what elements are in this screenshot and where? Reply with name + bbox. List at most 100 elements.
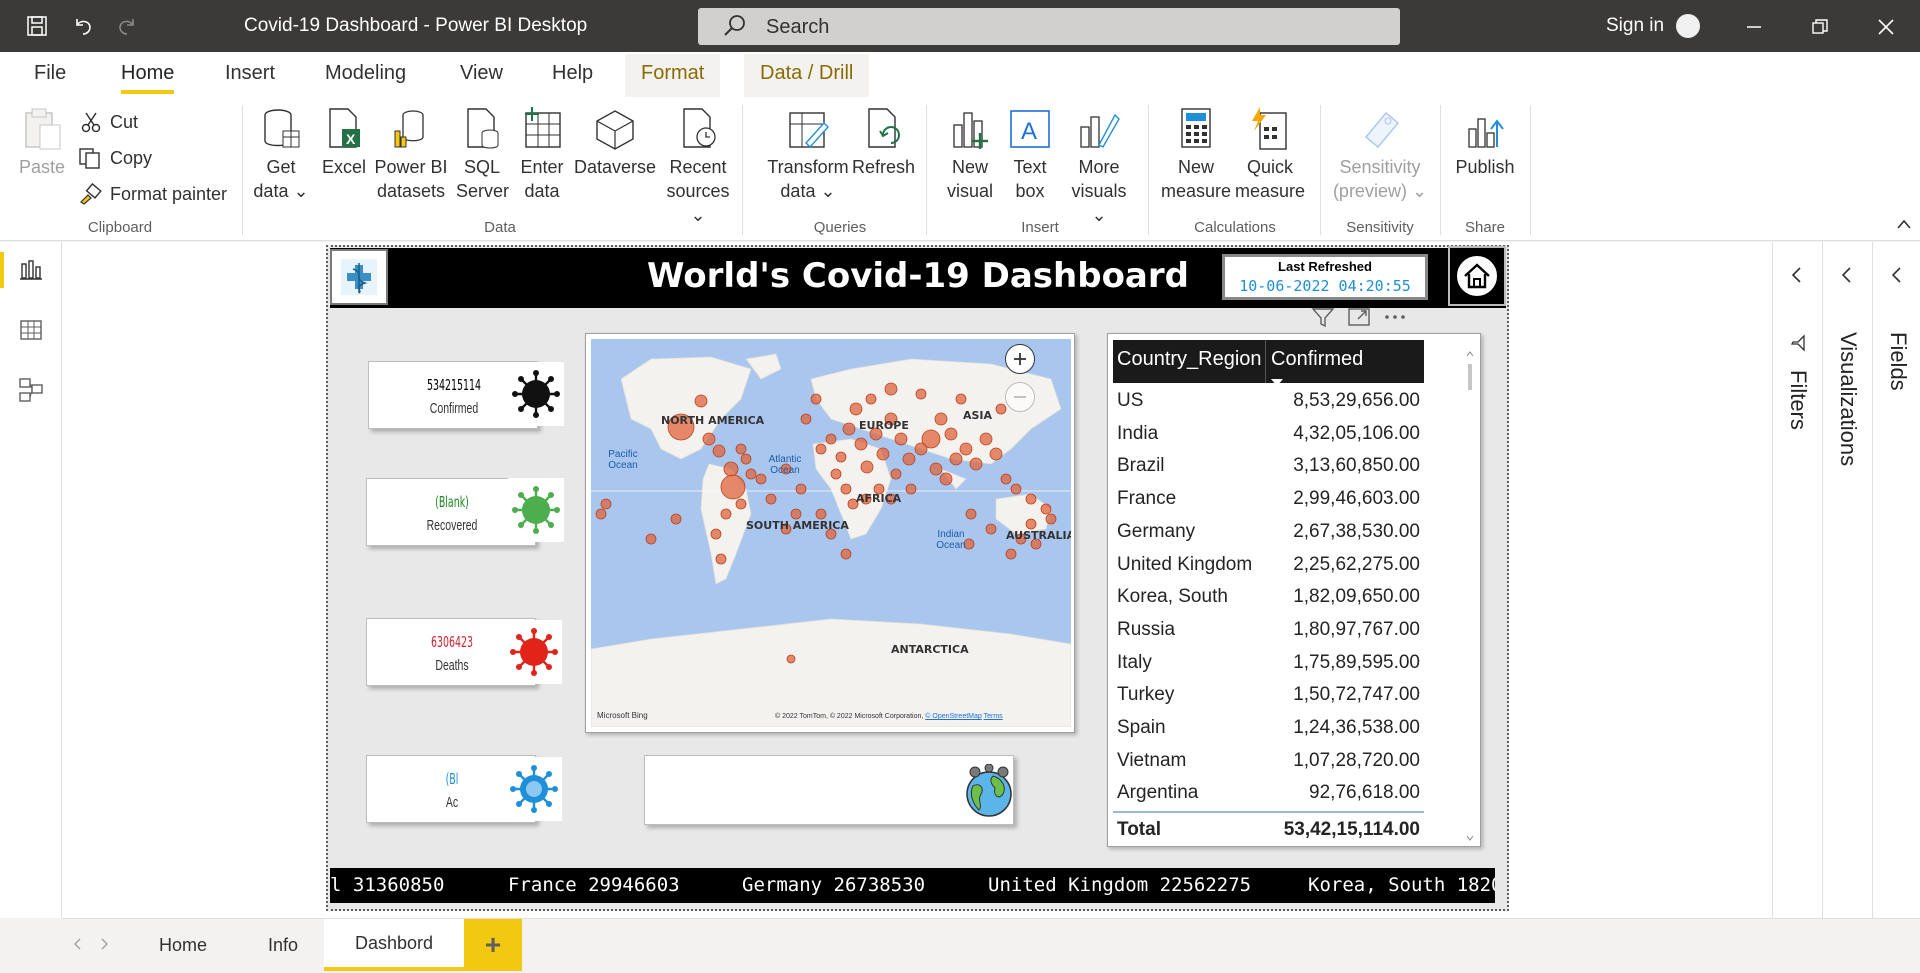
map-bubble[interactable] [902, 452, 916, 466]
table-row[interactable]: Russia 1,80,97,767.00 [1113, 613, 1424, 645]
map-bubble[interactable] [1040, 503, 1052, 515]
save-icon[interactable] [22, 12, 52, 40]
zoom-out-icon[interactable] [1005, 382, 1035, 412]
table-row[interactable]: France 2,99,46,603.00 [1113, 482, 1424, 514]
table-row[interactable]: Germany 2,67,38,530.00 [1113, 515, 1424, 547]
map-bubble[interactable] [949, 452, 963, 466]
map-bubble[interactable] [921, 429, 941, 449]
cut-button[interactable]: Cut [80, 111, 138, 133]
enter-data-button[interactable]: Enter data [516, 107, 568, 203]
map-bubble[interactable] [995, 403, 1007, 415]
map-bubble[interactable] [890, 468, 902, 480]
map-bubble[interactable] [842, 422, 856, 436]
map-bubble[interactable] [1045, 513, 1057, 525]
format-painter-button[interactable]: Format painter [78, 183, 227, 205]
page-tab-home[interactable]: Home [128, 919, 238, 971]
map-bubble[interactable] [595, 508, 607, 520]
scroll-left-icon[interactable] [72, 937, 82, 956]
map-bubble[interactable] [965, 508, 977, 520]
tab-home[interactable]: Home [121, 62, 175, 94]
country-table[interactable]: Country_Region Confirmed US 8,53,29,656.0… [1107, 333, 1481, 847]
report-view-icon[interactable] [0, 242, 62, 298]
collapse-ribbon-icon[interactable] [1896, 217, 1912, 235]
world-map[interactable]: NORTH AMERICA EUROPE ASIA AFRICA SOUTH A… [591, 339, 1071, 727]
table-row[interactable]: United Kingdom 2,25,62,275.00 [1113, 548, 1424, 580]
table-row[interactable]: US 8,53,29,656.00 [1113, 384, 1424, 416]
map-bubble[interactable] [786, 654, 796, 664]
excel-button[interactable]: X Excel [318, 107, 370, 179]
map-bubble[interactable] [815, 443, 827, 455]
map-bubble[interactable] [810, 393, 822, 405]
map-bubble[interactable] [944, 427, 958, 441]
expand-visualizations-icon[interactable] [1839, 266, 1853, 289]
map-bubble[interactable] [979, 432, 993, 446]
undo-icon[interactable] [68, 12, 98, 40]
osm-link[interactable]: © OpenStreetMap [925, 713, 982, 720]
tab-modeling[interactable]: Modeling [325, 62, 406, 85]
map-bubble[interactable] [840, 483, 852, 495]
map-bubble[interactable] [985, 523, 997, 535]
map-bubble[interactable] [959, 442, 973, 456]
map-bubble[interactable] [795, 483, 807, 495]
minimize-icon[interactable] [1734, 12, 1774, 42]
page-tab-dashboard[interactable]: Dashbord [324, 919, 464, 971]
map-bubble[interactable] [905, 483, 917, 495]
scroll-right-icon[interactable] [100, 937, 110, 956]
table-row[interactable]: India 4,32,05,106.00 [1113, 417, 1424, 449]
table-row[interactable]: Argentina 92,76,618.00 [1113, 776, 1424, 808]
more-visuals-button[interactable]: More visuals ⌄ [1064, 107, 1134, 227]
map-bubble[interactable] [830, 468, 842, 480]
map-bubble[interactable] [876, 447, 890, 461]
map-bubble[interactable] [720, 474, 746, 500]
map-bubble[interactable] [929, 462, 943, 476]
column-header-confirmed[interactable]: Confirmed [1271, 348, 1363, 371]
map-bubble[interactable] [765, 493, 777, 505]
map-bubble[interactable] [1005, 548, 1017, 560]
map-bubble[interactable] [645, 533, 657, 545]
search-input[interactable]: Search [698, 8, 1400, 45]
tab-format[interactable]: Format [625, 54, 721, 97]
map-bubble[interactable] [702, 432, 716, 446]
map-bubble[interactable] [735, 443, 747, 455]
page-tab-info[interactable]: Info [238, 919, 328, 971]
visualizations-pane[interactable]: Visualizations [1822, 242, 1872, 918]
map-bubble[interactable] [1025, 493, 1037, 505]
focus-mode-icon[interactable] [1346, 305, 1372, 334]
map-bubble[interactable] [735, 498, 747, 510]
scrollbar-thumb[interactable] [1468, 364, 1472, 390]
map-bubble[interactable] [939, 472, 953, 486]
filter-icon[interactable] [1310, 305, 1336, 334]
map-bubble[interactable] [815, 508, 827, 520]
map-bubble[interactable] [865, 393, 877, 405]
map-bubble[interactable] [723, 461, 739, 477]
zoom-in-icon[interactable] [1005, 344, 1035, 374]
map-bubble[interactable] [934, 412, 948, 426]
map-bubble[interactable] [740, 453, 752, 465]
table-scrollbar[interactable] [1466, 350, 1474, 841]
map-bubble[interactable] [894, 432, 908, 446]
map-bubble[interactable] [835, 451, 847, 463]
expand-filters-icon[interactable] [1789, 266, 1803, 289]
new-measure-button[interactable]: New measure [1160, 107, 1232, 203]
transform-data-button[interactable]: Transform data ⌄ [766, 107, 850, 203]
table-row[interactable]: Korea, South 1,82,09,650.00 [1113, 580, 1424, 612]
map-bubble[interactable] [745, 468, 757, 480]
tab-data-drill[interactable]: Data / Drill [744, 54, 870, 97]
new-visual-button[interactable]: New visual [940, 107, 1000, 203]
map-bubble[interactable] [915, 388, 927, 400]
map-bubble[interactable] [884, 382, 898, 396]
map-bubble[interactable] [840, 548, 852, 560]
more-options-icon[interactable] [1382, 305, 1408, 334]
info-card[interactable] [644, 755, 1014, 825]
table-row[interactable]: Italy 1,75,89,595.00 [1113, 646, 1424, 678]
add-page-button[interactable]: + [464, 919, 522, 971]
map-bubble[interactable] [694, 394, 708, 408]
home-button[interactable] [1448, 246, 1506, 306]
close-icon[interactable] [1866, 12, 1906, 42]
terms-link[interactable]: Terms [984, 713, 1003, 720]
map-bubble[interactable] [710, 528, 722, 540]
map-bubble[interactable] [860, 460, 874, 474]
table-row[interactable]: Spain 1,24,36,538.00 [1113, 711, 1424, 743]
expand-fields-icon[interactable] [1889, 266, 1903, 289]
map-bubble[interactable] [715, 553, 727, 565]
